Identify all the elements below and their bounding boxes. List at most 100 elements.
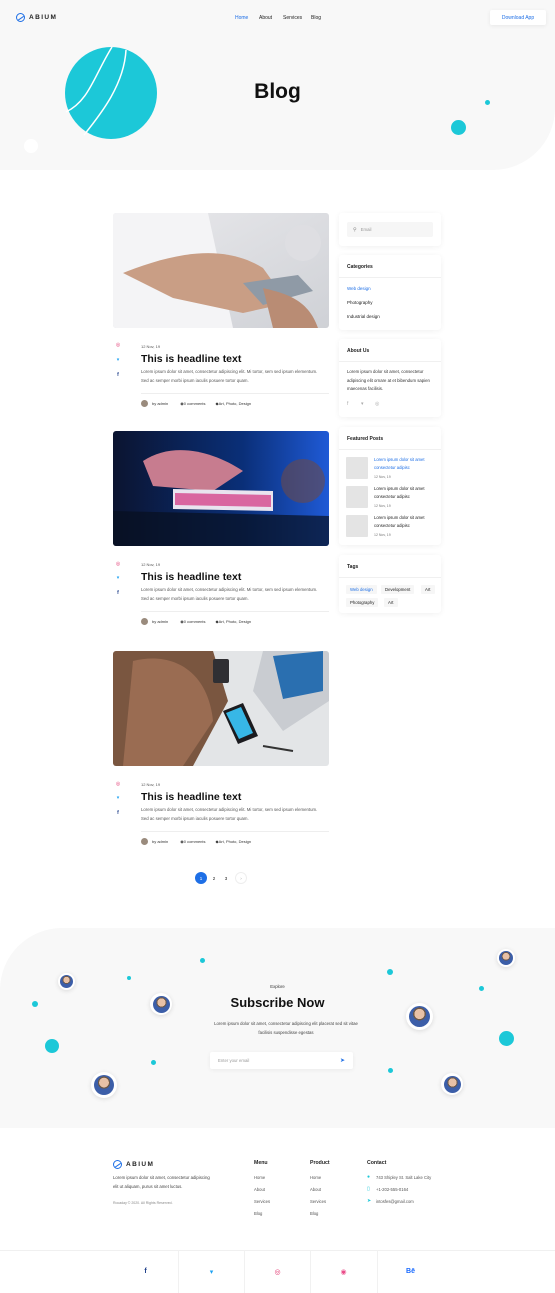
facebook-icon[interactable]: f xyxy=(115,810,121,816)
divider xyxy=(141,611,329,612)
post-title[interactable]: This is headline text xyxy=(141,571,241,583)
tag-web-design[interactable]: Web design xyxy=(346,585,377,594)
tag-photography[interactable]: Photography xyxy=(346,598,379,607)
divider xyxy=(339,577,441,578)
search-placeholder: Email xyxy=(360,227,372,232)
contact-email[interactable]: intosfes@gmail.com xyxy=(376,1199,414,1204)
post-title[interactable]: This is headline text xyxy=(141,353,241,365)
post-title[interactable]: This is headline text xyxy=(141,791,241,803)
footer-product-link[interactable]: Blog xyxy=(310,1211,318,1216)
featured-thumbnail[interactable] xyxy=(346,515,368,537)
search-icon: ⚲ xyxy=(353,226,357,233)
featured-thumbnail[interactable] xyxy=(346,457,368,479)
author-avatar xyxy=(141,618,148,625)
instagram-icon[interactable]: ◎ xyxy=(115,561,121,567)
avatar xyxy=(441,1073,463,1095)
nav-about[interactable]: About xyxy=(259,15,272,21)
decor-dot xyxy=(32,1001,38,1007)
post-image[interactable] xyxy=(113,651,329,766)
featured-post-title[interactable]: Lorem ipsum dolor sit amet consectetur a… xyxy=(374,485,436,500)
author-avatar xyxy=(141,838,148,845)
page-1-button[interactable]: 1 xyxy=(195,872,207,884)
phone-icon: ▯ xyxy=(367,1186,370,1192)
subscribe-eyebrow: Explore xyxy=(270,984,285,989)
featured-post-date: 12 Nov, 19 xyxy=(374,475,391,479)
tag-development[interactable]: Development xyxy=(381,585,415,594)
post-comments[interactable]: 0 comments xyxy=(184,401,206,406)
decor-dot xyxy=(388,1068,393,1073)
decor-dot xyxy=(24,139,38,153)
post-image[interactable] xyxy=(113,431,329,546)
page-title: Blog xyxy=(254,80,301,103)
instagram-icon[interactable]: ◎ xyxy=(115,342,121,348)
footer-menu-link[interactable]: Home xyxy=(254,1175,265,1180)
send-icon[interactable]: ➤ xyxy=(340,1057,345,1064)
instagram-icon[interactable]: ◎ xyxy=(115,781,121,787)
page-2-button[interactable]: 2 xyxy=(208,872,220,884)
about-text: Lorem ipsum dolor sit amet, consectetur … xyxy=(347,369,430,391)
post-comments[interactable]: 0 comments xyxy=(184,839,206,844)
nav-blog[interactable]: Blog xyxy=(311,15,321,21)
footer-product-title: Product xyxy=(310,1160,330,1166)
download-app-button[interactable]: Download App xyxy=(490,10,546,25)
behance-icon[interactable]: Bē xyxy=(377,1250,444,1293)
search-input[interactable]: ⚲ Email xyxy=(347,222,433,237)
post-author[interactable]: by admin xyxy=(152,401,168,406)
next-page-button[interactable]: › xyxy=(235,872,247,884)
avatar xyxy=(58,973,75,990)
footer-menu-link[interactable]: Blog xyxy=(254,1211,262,1216)
twitter-icon[interactable]: ▾ xyxy=(178,1250,245,1293)
nav-home[interactable]: Home xyxy=(235,15,248,21)
post-tags[interactable]: Art, Photo, Design xyxy=(219,839,251,844)
featured-thumbnail[interactable] xyxy=(346,486,368,508)
category-web-design[interactable]: Web design xyxy=(347,286,371,291)
divider xyxy=(141,831,329,832)
instagram-icon[interactable]: ◎ xyxy=(375,401,379,407)
brand-logo[interactable]: ABIUM xyxy=(16,13,57,22)
post-date: 12 Nov, 19 xyxy=(141,344,161,349)
tag-art[interactable]: Art xyxy=(421,585,435,594)
featured-post-title[interactable]: Lorem ipsum dolor sit amet consectetur a… xyxy=(374,514,436,529)
contact-phone[interactable]: +1-202-555-0164 xyxy=(376,1187,408,1192)
category-industrial-design[interactable]: Industrial design xyxy=(347,314,380,319)
post-author[interactable]: by admin xyxy=(152,839,168,844)
dribbble-icon[interactable]: ◉ xyxy=(310,1250,377,1293)
post-tags[interactable]: Art, Photo, Design xyxy=(219,401,251,406)
post-date: 12 Nov, 19 xyxy=(141,782,161,787)
decor-dot xyxy=(200,958,205,963)
post-excerpt: Lorem ipsum dolor sit amet, consectetur … xyxy=(141,369,318,383)
post-comments[interactable]: 0 comments xyxy=(184,619,206,624)
footer-product-link[interactable]: About xyxy=(310,1187,321,1192)
twitter-icon[interactable]: ▾ xyxy=(361,401,364,407)
footer-menu-link[interactable]: About xyxy=(254,1187,265,1192)
tag-art[interactable]: Art xyxy=(384,598,398,607)
subscribe-email-input[interactable]: Enter your email xyxy=(210,1052,353,1069)
instagram-icon[interactable]: ◎ xyxy=(244,1250,311,1293)
contact-address: 743 Shipley St. Salt Lake City xyxy=(376,1175,432,1180)
facebook-icon[interactable]: f xyxy=(115,372,121,378)
facebook-icon[interactable]: f xyxy=(347,401,348,407)
post-author[interactable]: by admin xyxy=(152,619,168,624)
post-image[interactable] xyxy=(113,213,329,328)
facebook-icon[interactable]: f xyxy=(112,1250,179,1293)
footer-menu-link[interactable]: Services xyxy=(254,1199,270,1204)
twitter-icon[interactable]: ▾ xyxy=(115,357,121,363)
featured-post-title[interactable]: Lorem ipsum dolor sit amet consectetur a… xyxy=(374,456,436,471)
featured-posts-card: Featured Posts Lorem ipsum dolor sit ame… xyxy=(339,427,441,545)
post-tags[interactable]: Art, Photo, Design xyxy=(219,619,251,624)
decor-dot xyxy=(479,986,484,991)
category-photography[interactable]: Photography xyxy=(347,300,373,305)
twitter-icon[interactable]: ▾ xyxy=(115,795,121,801)
facebook-icon[interactable]: f xyxy=(115,590,121,596)
footer-product-link[interactable]: Services xyxy=(310,1199,326,1204)
nav-services[interactable]: Services xyxy=(283,15,302,21)
footer-product-link[interactable]: Home xyxy=(310,1175,321,1180)
email-icon: ➤ xyxy=(367,1198,372,1204)
decor-dot xyxy=(485,100,490,105)
post-date: 12 Nov, 19 xyxy=(141,562,161,567)
page-3-button[interactable]: 3 xyxy=(220,872,232,884)
divider xyxy=(339,449,441,450)
twitter-icon[interactable]: ▾ xyxy=(115,575,121,581)
footer-logo[interactable]: ABIUM xyxy=(113,1160,154,1169)
copyright: Rocaday © 2020. All Rights Reserved. xyxy=(113,1201,173,1205)
